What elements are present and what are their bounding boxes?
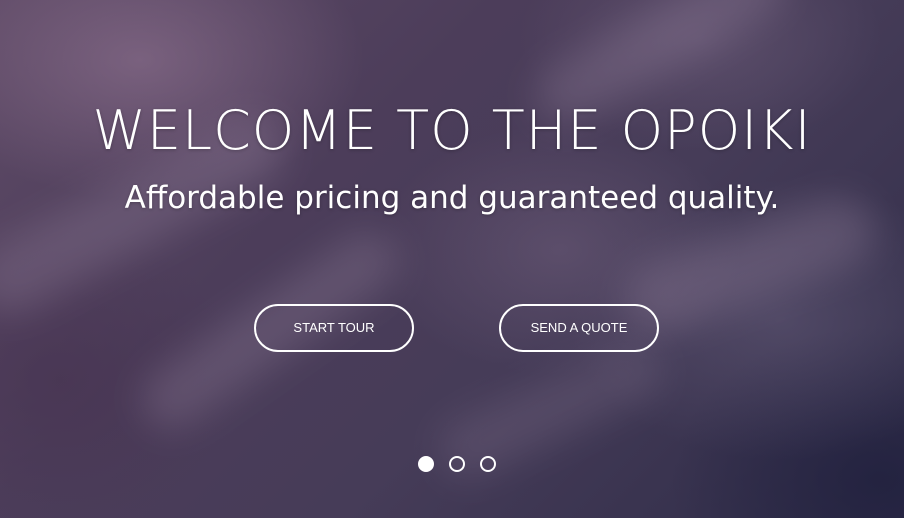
- carousel-dot-2[interactable]: [449, 456, 465, 472]
- send-quote-button[interactable]: SEND A QUOTE: [499, 304, 659, 352]
- hero-title: WELCOME TO THE OPOIKI: [92, 99, 812, 162]
- hero-subtitle: Affordable pricing and guaranteed qualit…: [124, 180, 780, 216]
- carousel-dot-1[interactable]: [418, 456, 434, 472]
- hero-slider: WELCOME TO THE OPOIKI Affordable pricing…: [0, 0, 904, 518]
- carousel-dot-3[interactable]: [480, 456, 496, 472]
- start-tour-button[interactable]: START TOUR: [254, 304, 414, 352]
- hero-content: WELCOME TO THE OPOIKI Affordable pricing…: [0, 0, 904, 518]
